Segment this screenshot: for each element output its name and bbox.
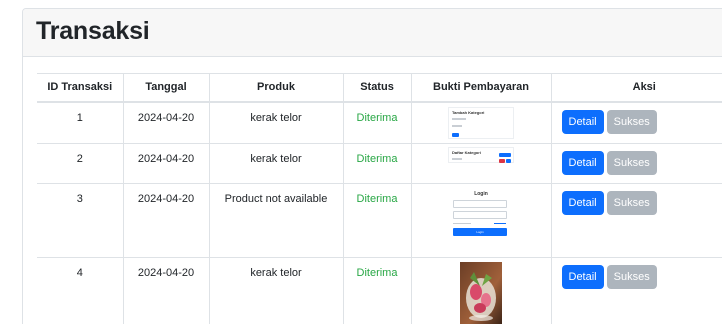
thumb-caption: Daftar Kategori: [452, 150, 481, 155]
payment-proof-thumbnail[interactable]: Login Login: [448, 188, 514, 246]
sukses-button[interactable]: Sukses: [606, 191, 657, 215]
cell-status: Diterima: [343, 183, 412, 258]
cell-date: 2024-04-20: [123, 257, 210, 324]
cell-actions: Detail Sukses: [551, 101, 722, 144]
page-title: Transaksi: [36, 17, 150, 45]
cell-proof: Login Login: [411, 183, 552, 258]
table-header-row: ID Transaksi Tanggal Produk Status Bukti…: [37, 73, 722, 103]
detail-button[interactable]: Detail: [561, 109, 604, 134]
cell-product: kerak telor: [209, 101, 344, 144]
sukses-button[interactable]: Sukses: [606, 265, 657, 289]
cell-actions: Detail Sukses: [551, 143, 722, 184]
thumb-login-button: Login: [453, 228, 507, 236]
header-date: Tanggal: [123, 73, 210, 103]
detail-button[interactable]: Detail: [561, 151, 604, 175]
transactions-table: ID Transaksi Tanggal Produk Status Bukti…: [37, 73, 722, 324]
cell-date: 2024-04-20: [123, 143, 210, 184]
cell-proof: Tambah Kategori: [411, 101, 552, 144]
table-row: 4 2024-04-20 kerak telor Diterima Detail…: [37, 257, 722, 324]
cell-date: 2024-04-20: [123, 183, 210, 258]
header-product: Produk: [209, 73, 344, 103]
payment-proof-thumbnail[interactable]: Daftar Kategori: [448, 147, 514, 163]
table-row: 2 2024-04-20 kerak telor Diterima Daftar…: [37, 143, 722, 184]
table-row: 1 2024-04-20 kerak telor Diterima Tambah…: [37, 101, 722, 144]
table-row: 3 2024-04-20 Product not available Diter…: [37, 183, 722, 258]
header-id: ID Transaksi: [37, 73, 124, 103]
payment-proof-thumbnail[interactable]: [460, 262, 502, 324]
cell-status: Diterima: [343, 101, 412, 144]
cell-id: 3: [37, 183, 124, 258]
detail-button[interactable]: Detail: [561, 191, 604, 215]
payment-proof-thumbnail[interactable]: Tambah Kategori: [448, 106, 514, 139]
header-proof: Bukti Pembayaran: [411, 73, 552, 103]
cell-product: Product not available: [209, 183, 344, 258]
cell-actions: Detail Sukses: [551, 257, 722, 324]
cell-date: 2024-04-20: [123, 101, 210, 144]
sukses-button[interactable]: Sukses: [606, 151, 657, 175]
cell-proof: [411, 257, 552, 324]
sukses-button[interactable]: Sukses: [606, 109, 657, 134]
transaction-card: Transaksi ID Transaksi Tanggal Produk St…: [22, 8, 722, 324]
thumb-caption: Login: [474, 191, 488, 197]
cell-id: 4: [37, 257, 124, 324]
cell-id: 1: [37, 101, 124, 144]
cell-proof: Daftar Kategori: [411, 143, 552, 184]
thumb-caption: Tambah Kategori: [452, 109, 485, 115]
detail-button[interactable]: Detail: [561, 265, 604, 289]
card-header: Transaksi: [23, 9, 722, 57]
header-status: Status: [343, 73, 412, 103]
cell-actions: Detail Sukses: [551, 183, 722, 258]
cell-id: 2: [37, 143, 124, 184]
cell-status: Diterima: [343, 143, 412, 184]
cell-status: Diterima: [343, 257, 412, 324]
cell-product: kerak telor: [209, 143, 344, 184]
header-actions: Aksi: [551, 73, 722, 103]
cell-product: kerak telor: [209, 257, 344, 324]
food-photo-image: [460, 262, 502, 324]
